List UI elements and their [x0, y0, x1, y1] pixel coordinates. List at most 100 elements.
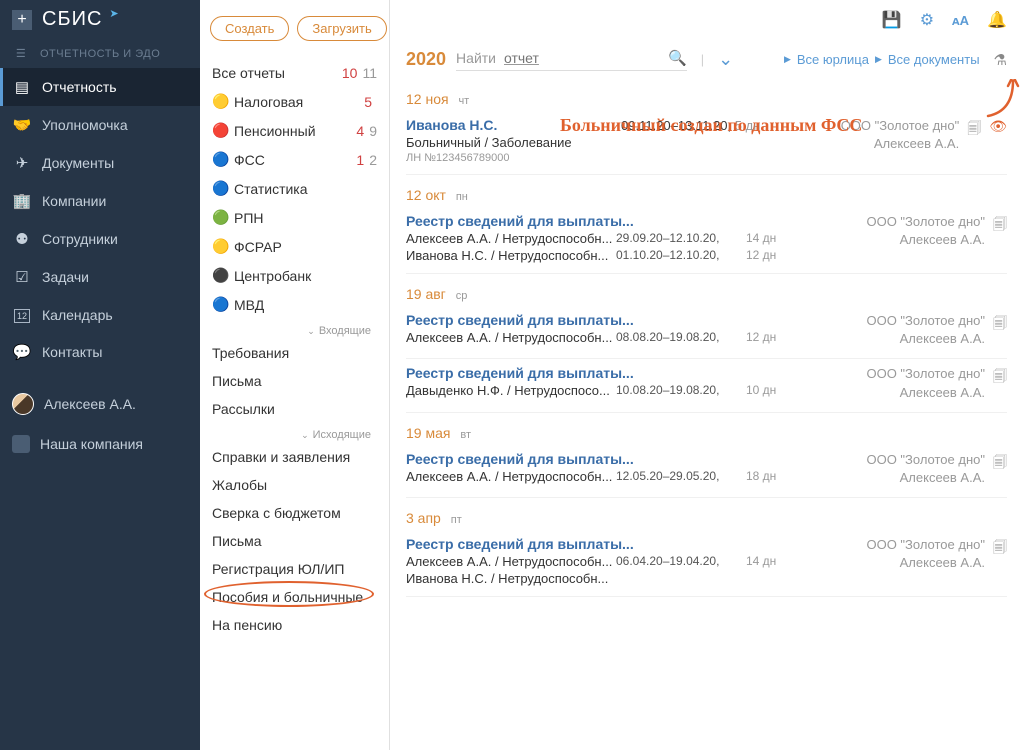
doc-title[interactable]: Иванова Н.С.	[406, 117, 497, 133]
sub-pension[interactable]: На пенсию	[200, 611, 389, 639]
report-centrobank[interactable]: ⚫ Центробанк	[200, 261, 389, 290]
logo-text: СБИС	[42, 8, 102, 31]
document-card[interactable]: Реестр сведений для выплаты... Алексеев …	[406, 207, 1007, 274]
caret-icon: ▶	[875, 54, 882, 65]
subtitle-bar[interactable]: ☰ ОТЧЕТНОСТЬ И ЭДО	[0, 39, 200, 68]
date-weekday: пн	[456, 191, 468, 203]
copy-icon[interactable]: 🗐	[993, 313, 1007, 337]
doc-title[interactable]: Реестр сведений для выплаты...	[406, 312, 866, 328]
sub-requirements[interactable]: Требования	[200, 339, 389, 367]
document-card[interactable]: Иванова Н.С. 09.11.20–13.11.20, 5 дн Бол…	[406, 111, 1007, 175]
sub-certificates[interactable]: Справки и заявления	[200, 443, 389, 471]
nav-user[interactable]: Алексеев А.А.	[0, 383, 200, 425]
search-prefix: Найти	[456, 50, 496, 66]
fsrar-icon: 🟡	[212, 238, 234, 255]
sub-complaints[interactable]: Жалобы	[200, 471, 389, 499]
report-categories-panel: Создать Загрузить Все отчеты 10 11 🟡 Нал…	[200, 0, 390, 750]
copy-icon[interactable]: 🗐	[993, 452, 1007, 476]
document-card[interactable]: Реестр сведений для выплаты... Алексеев …	[406, 445, 1007, 498]
nav-employees[interactable]: ⚉ Сотрудники	[0, 220, 200, 258]
nav-authorization[interactable]: 🤝 Уполномочка	[0, 106, 200, 144]
doc-period: 09.11.20–13.11.20,	[621, 118, 731, 133]
doc-line-days: 12 дн	[746, 330, 776, 345]
doc-person: Алексеев А.А.	[866, 554, 985, 572]
nav-contacts[interactable]: 💬 Контакты	[0, 333, 200, 371]
sub-letters-out[interactable]: Письма	[200, 527, 389, 555]
document-card[interactable]: Реестр сведений для выплаты... Алексеев …	[406, 530, 1007, 597]
nav-our-company[interactable]: Наша компания	[0, 425, 200, 463]
chevron-down-icon: ⌄	[307, 326, 315, 337]
chevron-down-icon: ⌄	[301, 430, 309, 441]
gear-icon[interactable]: ⚙	[920, 10, 934, 30]
save-icon[interactable]: 💾	[882, 10, 902, 30]
doc-meta: ЛН №123456789000	[406, 152, 841, 164]
calendar-icon: 12	[12, 306, 32, 323]
doc-title[interactable]: Реестр сведений для выплаты...	[406, 451, 866, 467]
doc-check-icon: ▤	[12, 78, 32, 96]
report-fsrar[interactable]: 🟡 ФСРАР	[200, 232, 389, 261]
document-card[interactable]: Реестр сведений для выплаты... Давыденко…	[406, 359, 1007, 412]
filter-documents[interactable]: Все документы	[888, 52, 980, 67]
incoming-group[interactable]: ⌄ Входящие	[200, 319, 389, 339]
nav-documents[interactable]: ✈ Документы	[0, 144, 200, 182]
upload-button[interactable]: Загрузить	[297, 16, 386, 41]
document-card[interactable]: Реестр сведений для выплаты... Алексеев …	[406, 306, 1007, 359]
bell-icon[interactable]: 🔔	[987, 10, 1007, 30]
report-label: Все отчеты	[212, 65, 342, 81]
doc-line-name: Алексеев А.А. / Нетрудоспособн...	[406, 231, 616, 246]
copy-icon[interactable]: 🗐	[993, 214, 1007, 238]
doc-line-name: Алексеев А.А. / Нетрудоспособн...	[406, 554, 616, 569]
send-icon: ✈	[12, 154, 32, 172]
doc-title[interactable]: Реестр сведений для выплаты...	[406, 536, 866, 552]
sub-budget-reconciliation[interactable]: Сверка с бюджетом	[200, 499, 389, 527]
sub-registration[interactable]: Регистрация ЮЛ/ИП	[200, 555, 389, 583]
create-button[interactable]: Создать	[210, 16, 289, 41]
nav-companies[interactable]: 🏢 Компании	[0, 182, 200, 220]
main-content: 💾 ⚙ ᴀA 🔔 2020 Найти 🔍 | ⌄ ▶ Все юрлица ▶…	[390, 0, 1023, 750]
count-gray: 9	[369, 123, 377, 139]
report-pension[interactable]: 🔴 Пенсионный 4 9	[200, 116, 389, 145]
doc-person: Алексеев А.А.	[866, 330, 985, 348]
doc-org: ООО "Золотое дно"	[866, 536, 985, 554]
nav-calendar[interactable]: 12 Календарь	[0, 296, 200, 333]
search-icon[interactable]: 🔍	[668, 49, 687, 67]
doc-line-name: Алексеев А.А. / Нетрудоспособн...	[406, 330, 616, 345]
nav-label: Задачи	[42, 269, 188, 285]
sub-mailings[interactable]: Рассылки	[200, 395, 389, 423]
doc-title[interactable]: Реестр сведений для выплаты...	[406, 365, 866, 381]
doc-line-name: Иванова Н.С. / Нетрудоспособн...	[406, 571, 616, 586]
sub-benefits-sickleave[interactable]: Пособия и больничные	[200, 583, 389, 611]
font-size-icon[interactable]: ᴀA	[952, 13, 969, 28]
doc-line-name: Иванова Н.С. / Нетрудоспособн...	[406, 248, 616, 263]
copy-icon[interactable]: 🗐	[993, 537, 1007, 561]
filter-entities[interactable]: Все юрлица	[797, 52, 869, 67]
annotation-arrow	[983, 79, 1023, 121]
divider: |	[701, 52, 704, 67]
doc-person: Алексеев А.А.	[866, 384, 985, 402]
report-rpn[interactable]: 🟢 РПН	[200, 203, 389, 232]
doc-title[interactable]: Реестр сведений для выплаты...	[406, 213, 866, 229]
filter-icon[interactable]: ⚗	[994, 51, 1007, 69]
report-label: МВД	[234, 297, 377, 313]
report-fss[interactable]: 🔵 ФСС 1 2	[200, 145, 389, 174]
report-tax[interactable]: 🟡 Налоговая 5	[200, 87, 389, 116]
report-mvd[interactable]: 🔵 МВД	[200, 290, 389, 319]
copy-icon[interactable]: 🗐	[967, 118, 981, 142]
outgoing-group[interactable]: ⌄ Исходящие	[200, 423, 389, 443]
chevron-down-icon[interactable]: ⌄	[718, 49, 733, 70]
report-statistics[interactable]: 🔵 Статистика	[200, 174, 389, 203]
plus-icon[interactable]: +	[12, 10, 32, 30]
nav-tasks[interactable]: ☑ Задачи	[0, 258, 200, 296]
copy-icon[interactable]: 🗐	[993, 366, 1007, 390]
date-day: 19 авг	[406, 286, 446, 302]
menu-icon: ☰	[12, 47, 30, 60]
doc-days: 5 дн	[735, 118, 761, 133]
doc-person: Алексеев А.А.	[841, 135, 960, 153]
search-input[interactable]	[500, 48, 660, 68]
year-selector[interactable]: 2020	[406, 49, 446, 70]
all-reports-item[interactable]: Все отчеты 10 11	[200, 59, 389, 87]
nav-reports[interactable]: ▤ Отчетность	[0, 68, 200, 106]
doc-line-name: Давыденко Н.Ф. / Нетрудоспосо...	[406, 383, 616, 398]
date-header: 12 окт пн	[406, 175, 1007, 207]
sub-letters[interactable]: Письма	[200, 367, 389, 395]
